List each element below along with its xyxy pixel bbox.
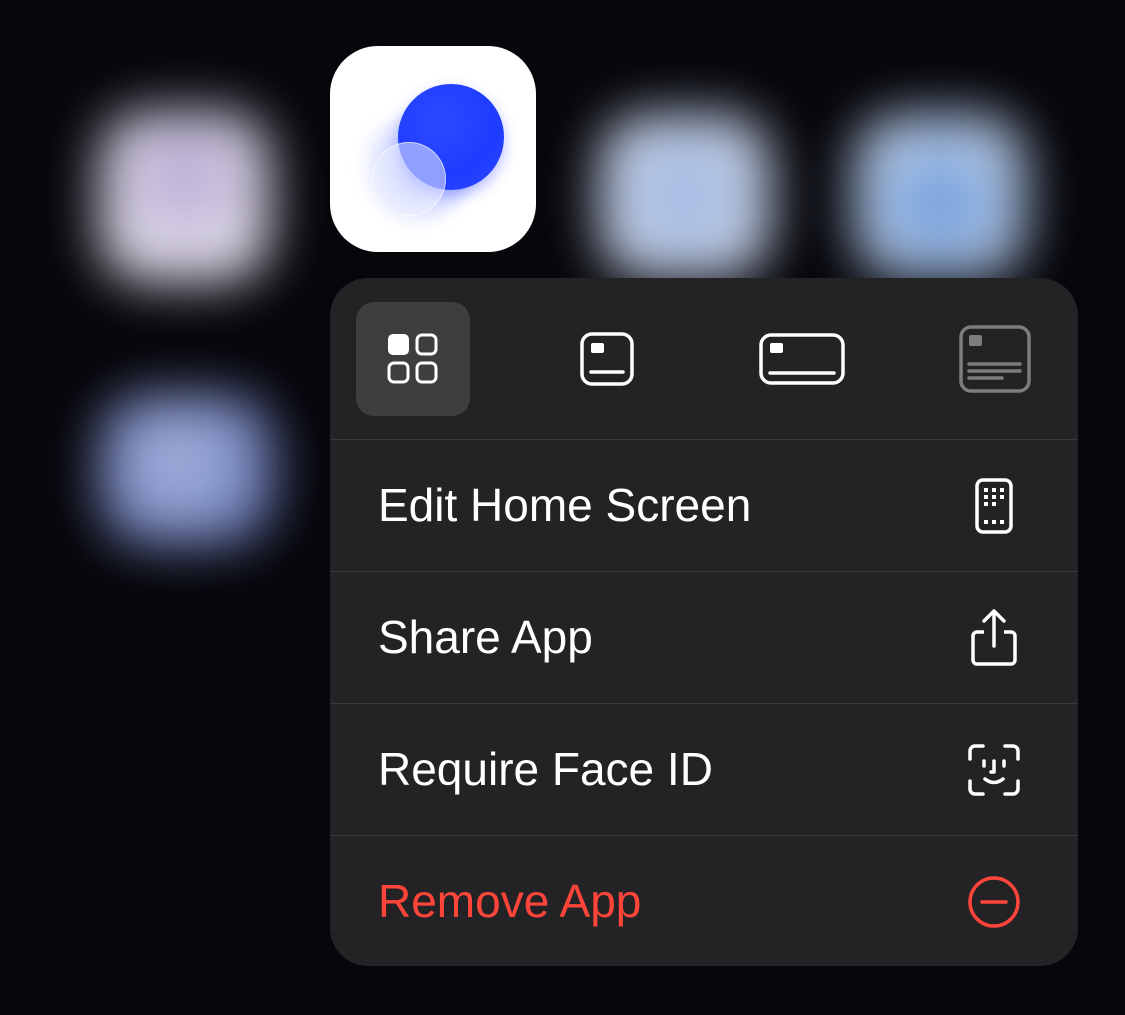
widget-size-picker xyxy=(330,278,1078,440)
medium-widget-size-icon xyxy=(759,333,845,385)
share-app-item[interactable]: Share App xyxy=(330,572,1078,704)
large-widget-size-icon xyxy=(959,325,1031,393)
require-face-id-item[interactable]: Require Face ID xyxy=(330,704,1078,836)
small-widget-size-icon xyxy=(580,332,634,386)
medium-widget-size-button[interactable] xyxy=(744,302,860,416)
edit-home-screen-item[interactable]: Edit Home Screen xyxy=(330,440,1078,572)
face-id-icon xyxy=(963,739,1025,801)
small-icon-size-icon xyxy=(387,333,438,384)
small-icon-size-button[interactable] xyxy=(356,302,470,416)
background-app-icon xyxy=(600,115,770,277)
menu-item-label: Remove App xyxy=(378,875,642,927)
app-icon[interactable] xyxy=(330,46,536,252)
small-widget-size-button[interactable] xyxy=(550,302,664,416)
small-orb-icon xyxy=(372,142,446,216)
home-screen-edit-icon xyxy=(963,475,1025,537)
minus-circle-icon xyxy=(963,871,1025,933)
context-menu: Edit Home Screen Share App Require Face … xyxy=(330,278,1078,966)
background-app-icon xyxy=(855,115,1025,277)
large-widget-size-button[interactable] xyxy=(938,302,1052,416)
share-icon xyxy=(963,607,1025,669)
menu-item-label: Share App xyxy=(378,611,593,663)
menu-item-label: Edit Home Screen xyxy=(378,479,752,531)
background-app-icon xyxy=(100,395,275,545)
remove-app-item[interactable]: Remove App xyxy=(330,836,1078,966)
menu-item-label: Require Face ID xyxy=(378,743,713,795)
background-app-icon xyxy=(100,112,270,282)
